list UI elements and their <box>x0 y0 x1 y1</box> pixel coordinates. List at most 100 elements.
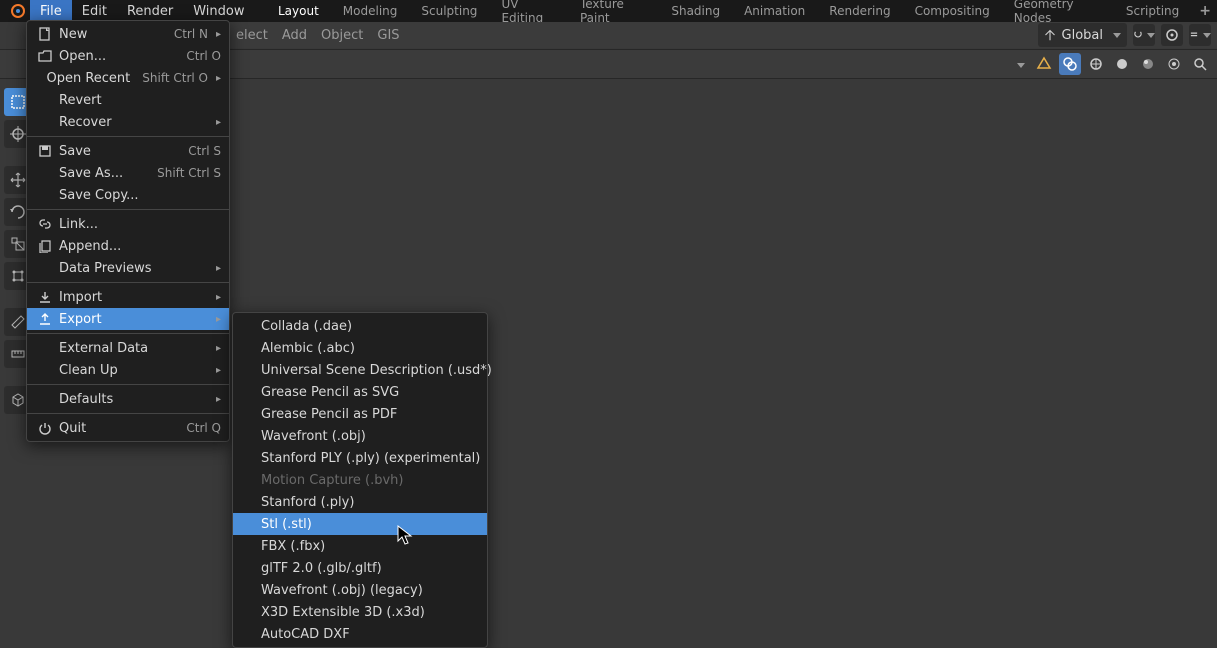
file-menu-import[interactable]: Import▸ <box>27 286 229 308</box>
header-menu-elect[interactable]: elect <box>236 28 268 43</box>
menu-item-label: Import <box>59 290 208 305</box>
file-menu-external-data[interactable]: External Data▸ <box>27 337 229 359</box>
menu-item-label: AutoCAD DXF <box>261 627 479 642</box>
file-menu-save[interactable]: SaveCtrl S <box>27 140 229 162</box>
file-menu-defaults[interactable]: Defaults▸ <box>27 388 229 410</box>
workspace-tab-modeling[interactable]: Modeling <box>331 0 410 22</box>
file-menu-revert[interactable]: Revert <box>27 89 229 111</box>
menu-item-label: X3D Extensible 3D (.x3d) <box>261 605 479 620</box>
export-gltf-2-0-glb-gltf[interactable]: glTF 2.0 (.glb/.gltf) <box>233 557 487 579</box>
menu-item-shortcut: Shift Ctrl S <box>157 166 221 180</box>
submenu-arrow-icon: ▸ <box>216 394 221 405</box>
export-motion-capture-bvh: Motion Capture (.bvh) <box>233 469 487 491</box>
file-menu-data-previews[interactable]: Data Previews ▸ <box>27 257 229 279</box>
menu-item-label: Grease Pencil as PDF <box>261 407 479 422</box>
show-gizmos-toggle[interactable] <box>1033 53 1055 75</box>
selectability-caret[interactable] <box>1013 57 1025 72</box>
file-menu-clean-up[interactable]: Clean Up▸ <box>27 359 229 381</box>
orientation-icon <box>1044 29 1056 41</box>
chevron-down-icon <box>1017 63 1025 68</box>
workspace-tab-shading[interactable]: Shading <box>659 0 732 22</box>
top-menu-file[interactable]: File <box>30 0 72 22</box>
file-menu-save-copy[interactable]: Save Copy... <box>27 184 229 206</box>
menu-item-label: Data Previews <box>59 261 208 276</box>
file-menu-recover[interactable]: Recover▸ <box>27 111 229 133</box>
chevron-down-icon <box>1147 33 1155 38</box>
workspace-tab-uv-editing[interactable]: UV Editing <box>489 0 568 22</box>
menu-item-label: Quit <box>59 421 174 436</box>
snap-toggle[interactable] <box>1133 24 1155 46</box>
shading-solid[interactable] <box>1111 53 1133 75</box>
snap-icon <box>1133 27 1143 43</box>
export-fbx-fbx[interactable]: FBX (.fbx) <box>233 535 487 557</box>
menu-item-label: Append... <box>59 239 221 254</box>
file-menu-link[interactable]: Link... <box>27 213 229 235</box>
export-wavefront-obj[interactable]: Wavefront (.obj) <box>233 425 487 447</box>
submenu-arrow-icon: ▸ <box>216 73 221 84</box>
export-collada-dae[interactable]: Collada (.dae) <box>233 315 487 337</box>
shading-rendered[interactable] <box>1163 53 1185 75</box>
app-logo <box>6 0 30 22</box>
file-menu-open[interactable]: Open...Ctrl O <box>27 45 229 67</box>
workspace-tab-layout[interactable]: Layout <box>266 0 331 22</box>
menu-item-label: Collada (.dae) <box>261 319 479 334</box>
proportional-edit-toggle[interactable] <box>1161 24 1183 46</box>
workspace-tab-texture-paint[interactable]: Texture Paint <box>568 0 659 22</box>
show-overlays-toggle[interactable] <box>1059 53 1081 75</box>
file-menu-save-as[interactable]: Save As... Shift Ctrl S <box>27 162 229 184</box>
submenu-arrow-icon: ▸ <box>216 365 221 376</box>
file-menu-export[interactable]: Export▸ <box>27 308 229 330</box>
menu-item-shortcut: Ctrl S <box>188 144 221 158</box>
tool-header-right: Global <box>1038 23 1211 47</box>
menu-item-shortcut: Ctrl Q <box>186 421 221 435</box>
export-icon <box>35 312 55 326</box>
options-dropdown[interactable] <box>1189 24 1211 46</box>
file-menu-new[interactable]: NewCtrl N▸ <box>27 23 229 45</box>
shading-material[interactable] <box>1137 53 1159 75</box>
export-grease-pencil-as-pdf[interactable]: Grease Pencil as PDF <box>233 403 487 425</box>
workspace-tab-animation[interactable]: Animation <box>732 0 817 22</box>
submenu-arrow-icon: ▸ <box>216 263 221 274</box>
menu-separator <box>27 209 229 210</box>
menu-item-label: Open... <box>59 49 174 64</box>
export-grease-pencil-as-svg[interactable]: Grease Pencil as SVG <box>233 381 487 403</box>
menu-item-label: Wavefront (.obj) (legacy) <box>261 583 479 598</box>
workspace-tab-rendering[interactable]: Rendering <box>817 0 902 22</box>
menu-item-label: FBX (.fbx) <box>261 539 479 554</box>
menu-separator <box>27 413 229 414</box>
file-menu-open-recent[interactable]: Open RecentShift Ctrl O▸ <box>27 67 229 89</box>
transform-orientation-dropdown[interactable]: Global <box>1038 23 1127 47</box>
workspace-add-button[interactable]: + <box>1199 3 1211 19</box>
export-wavefront-obj-legacy[interactable]: Wavefront (.obj) (legacy) <box>233 579 487 601</box>
shading-wireframe[interactable] <box>1085 53 1107 75</box>
header-menu-object[interactable]: Object <box>321 28 363 43</box>
top-menu-edit[interactable]: Edit <box>72 0 117 22</box>
submenu-arrow-icon: ▸ <box>216 29 221 40</box>
menu-item-label: Save As... <box>59 166 145 181</box>
export-x3d-extensible-3d-x3d[interactable]: X3D Extensible 3D (.x3d) <box>233 601 487 623</box>
file-menu-popup: NewCtrl N▸Open...Ctrl OOpen RecentShift … <box>26 20 230 442</box>
export-universal-scene-description-usd[interactable]: Universal Scene Description (.usd*) <box>233 359 487 381</box>
header-menu-add[interactable]: Add <box>282 28 307 43</box>
workspace-tab-compositing[interactable]: Compositing <box>903 0 1002 22</box>
export-stl-stl[interactable]: Stl (.stl) <box>233 513 487 535</box>
file-menu-quit[interactable]: Quit Ctrl Q <box>27 417 229 439</box>
workspace-tab-scripting[interactable]: Scripting <box>1114 0 1191 22</box>
workspace-tab-sculpting[interactable]: Sculpting <box>409 0 489 22</box>
top-menu-window[interactable]: Window <box>183 0 254 22</box>
export-stanford-ply[interactable]: Stanford (.ply) <box>233 491 487 513</box>
export-alembic-abc[interactable]: Alembic (.abc) <box>233 337 487 359</box>
export-stanford-ply-ply-experimental[interactable]: Stanford PLY (.ply) (experimental) <box>233 447 487 469</box>
export-autocad-dxf[interactable]: AutoCAD DXF <box>233 623 487 645</box>
menu-item-label: Link... <box>59 217 221 232</box>
file-menu-append[interactable]: Append... <box>27 235 229 257</box>
viewport-search[interactable] <box>1189 53 1211 75</box>
top-menu-render[interactable]: Render <box>117 0 183 22</box>
header-menu-gis[interactable]: GIS <box>377 28 399 43</box>
gizmo-icon <box>1036 56 1052 72</box>
submenu-arrow-icon: ▸ <box>216 117 221 128</box>
workspace-tab-geometry-nodes[interactable]: Geometry Nodes <box>1002 0 1114 22</box>
chevron-down-icon <box>1113 33 1121 38</box>
menu-item-label: Export <box>59 312 208 327</box>
menu-item-label: New <box>59 27 162 42</box>
